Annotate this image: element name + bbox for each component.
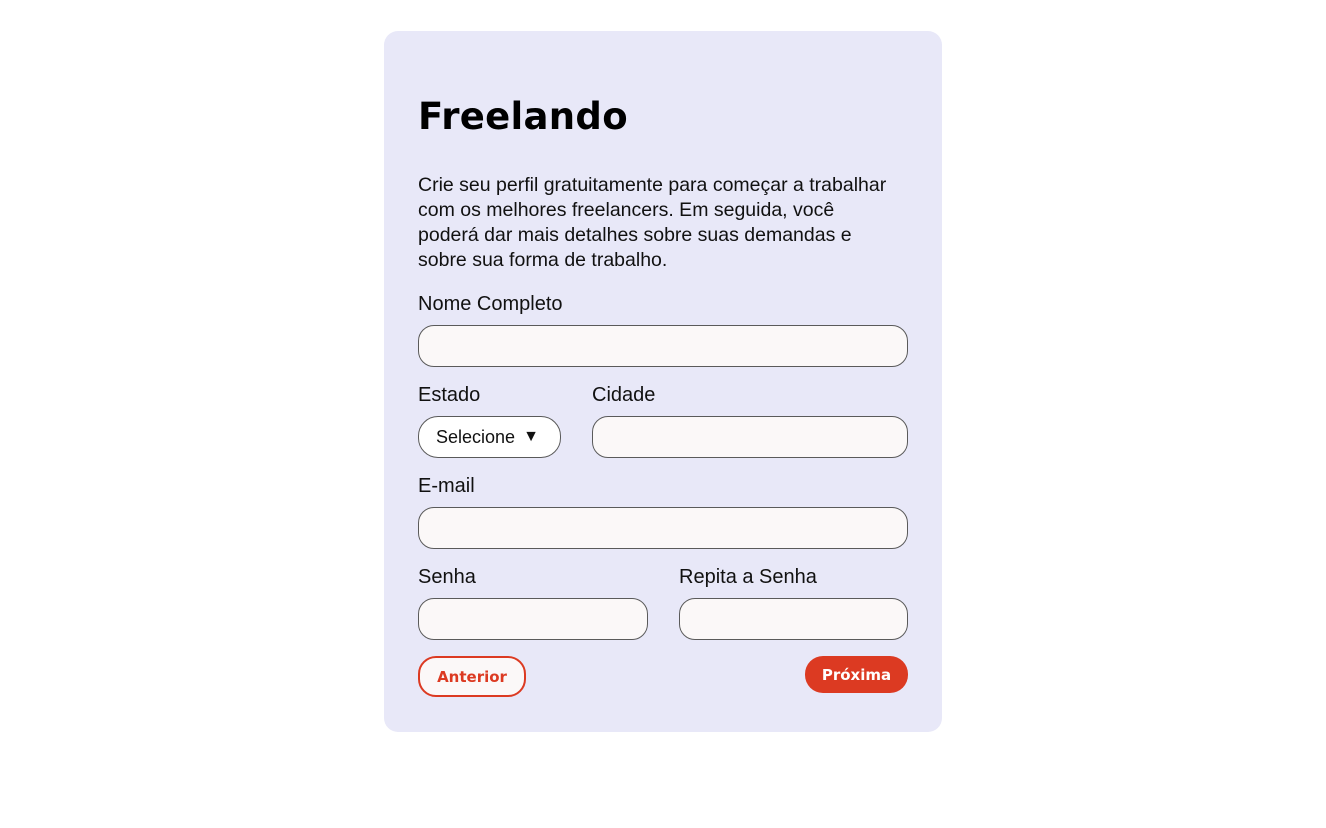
state-select[interactable]: Selecione ▼ xyxy=(418,416,561,458)
page-title: Freelando xyxy=(418,95,628,138)
repeat-password-label: Repita a Senha xyxy=(679,566,817,588)
form-description: Crie seu perfil gratuitamente para começ… xyxy=(418,174,887,271)
previous-button[interactable]: Anterior xyxy=(418,656,526,697)
email-input[interactable] xyxy=(418,507,908,549)
email-label: E-mail xyxy=(418,475,475,497)
caret-down-icon: ▼ xyxy=(523,428,539,445)
password-label: Senha xyxy=(418,566,476,588)
repeat-password-input[interactable] xyxy=(679,598,908,640)
password-input[interactable] xyxy=(418,598,648,640)
signup-card: Freelando Crie seu perfil gratuitamente … xyxy=(384,31,942,732)
city-input[interactable] xyxy=(592,416,908,458)
state-select-value: Selecione xyxy=(436,426,516,447)
state-label: Estado xyxy=(418,384,481,406)
full-name-label: Nome Completo xyxy=(418,293,563,315)
full-name-input[interactable] xyxy=(418,325,908,367)
city-label: Cidade xyxy=(592,384,656,406)
next-button[interactable]: Próxima xyxy=(805,656,908,693)
